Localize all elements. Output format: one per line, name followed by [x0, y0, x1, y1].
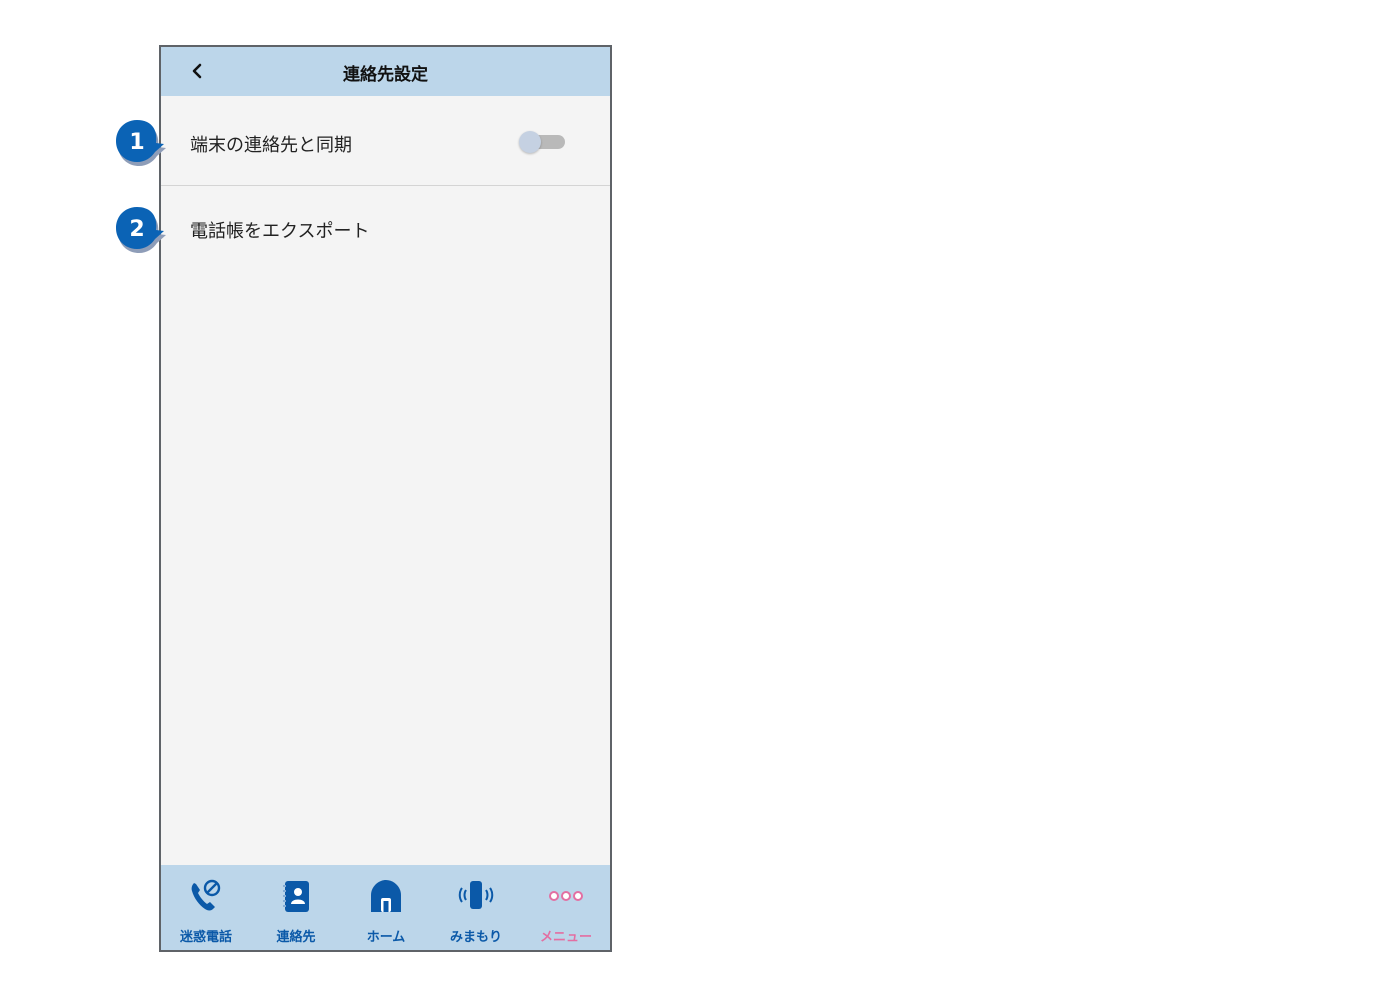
tab-label-contacts: 連絡先: [276, 930, 316, 945]
more-dots-icon: [549, 891, 583, 901]
setting-row-export-phonebook[interactable]: 電話帳をエクスポート: [161, 186, 610, 276]
toggle-knob: [519, 131, 541, 153]
contacts-book-icon: [283, 881, 309, 912]
setting-label-sync-contacts: 端末の連絡先と同期: [190, 135, 352, 156]
callout-badge-1: 1: [114, 120, 170, 166]
tab-menu[interactable]: メニュー: [521, 865, 611, 950]
home-icon: [371, 880, 401, 912]
tab-label-home: ホーム: [366, 930, 406, 945]
vibrating-phone-icon: [458, 881, 494, 909]
tab-watch[interactable]: みまもり: [431, 865, 521, 950]
tab-home[interactable]: ホーム: [341, 865, 431, 950]
sync-contacts-toggle[interactable]: [519, 131, 567, 153]
setting-row-sync-contacts[interactable]: 端末の連絡先と同期: [161, 96, 610, 186]
bottom-tab-bar: 迷惑電話 連絡先 ホーム みまもり メニュー: [161, 865, 610, 950]
callout-number: 1: [129, 130, 145, 155]
callout-badge-2: 2: [114, 207, 170, 253]
page-title: 連絡先設定: [343, 65, 428, 85]
tab-label-menu: メニュー: [539, 930, 592, 945]
callout-number: 2: [129, 217, 145, 242]
blocked-call-icon: [191, 879, 221, 911]
tab-label-watch: みまもり: [449, 930, 502, 945]
tab-label-blocked-calls: 迷惑電話: [179, 930, 232, 945]
tab-blocked-calls[interactable]: 迷惑電話: [161, 865, 251, 950]
setting-label-export-phonebook: 電話帳をエクスポート: [190, 221, 370, 242]
tab-contacts[interactable]: 連絡先: [251, 865, 341, 950]
phone-screen: 連絡先設定 端末の連絡先と同期 電話帳をエクスポート 迷惑電話 連絡先 ホーム …: [159, 45, 612, 952]
app-header: 連絡先設定: [161, 47, 610, 96]
